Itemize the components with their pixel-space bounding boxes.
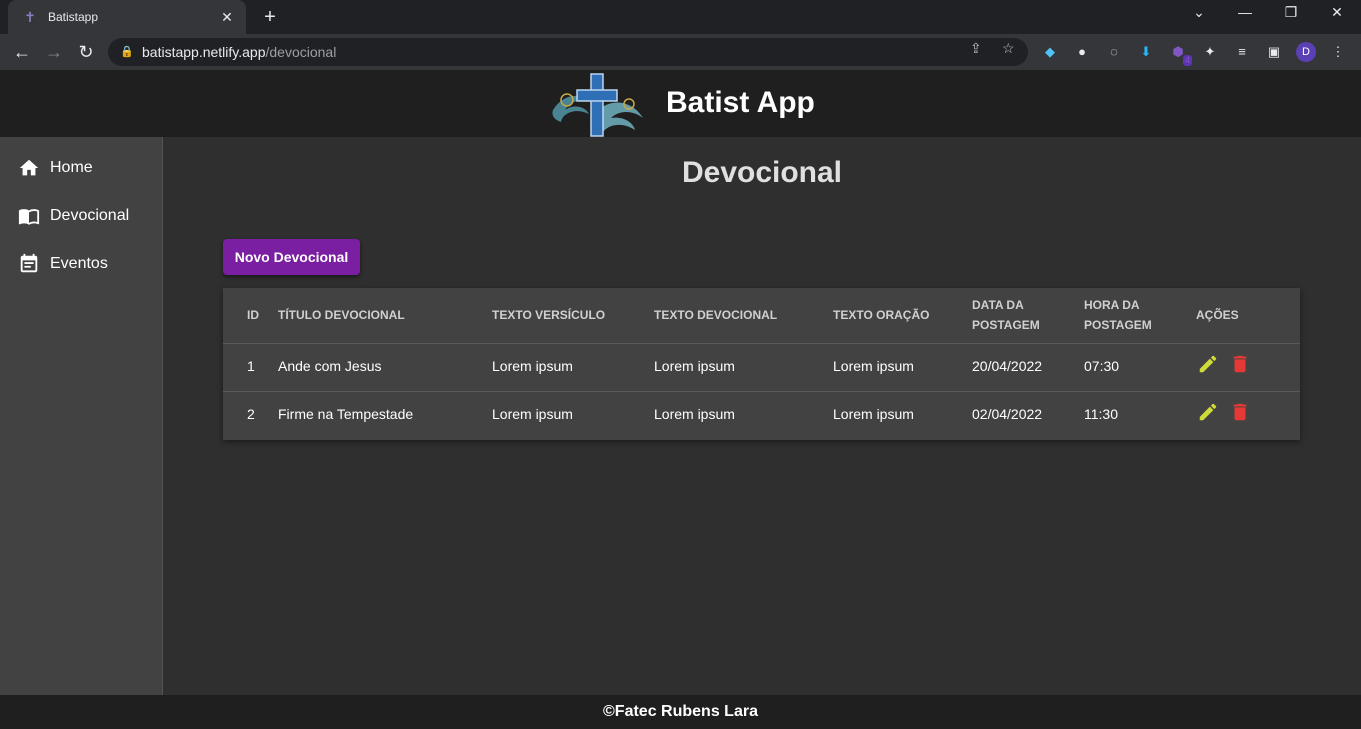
- cell-titulo: Ande com Jesus: [278, 358, 382, 374]
- sidebar-item-home[interactable]: Home: [0, 144, 162, 192]
- cell-data: 20/04/2022: [972, 358, 1043, 374]
- browser-menu-icon[interactable]: ⋮: [1328, 42, 1348, 62]
- app-title: Batist App: [666, 86, 815, 119]
- column-header-devocional: TEXTO DEVOCIONAL: [654, 308, 778, 322]
- browser-tab[interactable]: ✝ Batistapp ✕: [8, 0, 246, 34]
- row-divider: [223, 343, 1300, 344]
- extension-cookie-icon[interactable]: ●: [1072, 42, 1092, 62]
- share-icon[interactable]: ⇪: [970, 40, 982, 57]
- cross-logo-icon: [552, 73, 643, 137]
- column-header-versiculo: TEXTO VERSÍCULO: [492, 308, 606, 322]
- cell-hora: 11:30: [1084, 406, 1118, 422]
- close-window-icon[interactable]: ✕: [1322, 4, 1352, 21]
- edit-pencil-icon[interactable]: [1197, 353, 1219, 375]
- new-tab-button[interactable]: +: [258, 5, 282, 29]
- extension-download-icon[interactable]: ⬇: [1136, 42, 1156, 62]
- column-header-acoes: AÇÕES: [1196, 308, 1239, 322]
- sidebar-item-label: Eventos: [50, 255, 108, 272]
- browser-toolbar: ← → ↻ 🔒 batistapp.netlify.app/devocional…: [0, 34, 1361, 70]
- cell-oracao: Lorem ipsum: [833, 406, 914, 422]
- sidebar-item-label: Devocional: [50, 207, 130, 224]
- home-icon: [19, 159, 39, 176]
- bookmark-star-icon[interactable]: ☆: [1002, 40, 1015, 57]
- cell-devocional: Lorem ipsum: [654, 406, 735, 422]
- column-header-oracao: TEXTO ORAÇÃO: [833, 308, 930, 322]
- cell-devocional: Lorem ipsum: [654, 358, 735, 374]
- sidebar-item-label: Home: [50, 159, 93, 176]
- minimize-icon[interactable]: —: [1230, 4, 1260, 20]
- edit-pencil-icon[interactable]: [1197, 401, 1219, 423]
- cell-versiculo: Lorem ipsum: [492, 358, 573, 374]
- profile-avatar[interactable]: D: [1296, 42, 1316, 62]
- delete-trash-icon[interactable]: [1229, 353, 1251, 375]
- column-header-id: ID: [247, 308, 259, 322]
- browser-tabbar: ✝ Batistapp ✕ + ⌄ — ❐ ✕: [0, 0, 1361, 34]
- cell-oracao: Lorem ipsum: [833, 358, 914, 374]
- tab-title: Batistapp: [48, 10, 99, 24]
- devocional-table: ID TÍTULO DEVOCIONAL TEXTO VERSÍCULO TEX…: [223, 288, 1300, 440]
- delete-trash-icon[interactable]: [1229, 401, 1251, 423]
- cell-titulo: Firme na Tempestade: [278, 406, 414, 422]
- new-devocional-button[interactable]: Novo Devocional: [223, 239, 360, 275]
- side-panel-icon[interactable]: ▣: [1264, 42, 1284, 62]
- extension-badge-count: 4: [1182, 55, 1192, 66]
- extensions-puzzle-icon[interactable]: ✦: [1200, 42, 1220, 62]
- footer: ©Fatec Rubens Lara: [0, 695, 1361, 729]
- tab-close-icon[interactable]: ✕: [218, 9, 236, 26]
- cell-id: 2: [247, 406, 255, 422]
- cell-id: 1: [247, 358, 255, 374]
- url-text: batistapp.netlify.app/devocional: [142, 44, 337, 60]
- column-header-titulo: TÍTULO DEVOCIONAL: [278, 308, 405, 322]
- back-icon[interactable]: ←: [10, 40, 34, 64]
- extension-diamond-icon[interactable]: ◆: [1040, 42, 1060, 62]
- cross-favicon-icon: ✝: [24, 8, 36, 25]
- cell-data: 02/04/2022: [972, 406, 1043, 422]
- cell-versiculo: Lorem ipsum: [492, 406, 573, 422]
- extension-bulb-icon[interactable]: ◌: [1104, 42, 1124, 62]
- restore-icon[interactable]: ❐: [1276, 4, 1306, 21]
- tab-search-icon[interactable]: ⌄: [1184, 4, 1214, 21]
- reload-icon[interactable]: ↻: [74, 40, 98, 64]
- extension-badge-icon[interactable]: ⬢ 4: [1168, 42, 1192, 66]
- sidebar-item-eventos[interactable]: Eventos: [0, 240, 162, 288]
- page-title: Devocional: [681, 156, 843, 189]
- cell-hora: 07:30: [1084, 358, 1120, 374]
- book-icon: [18, 209, 40, 225]
- column-header-data: DATA DA POSTAGEM: [972, 298, 1040, 332]
- media-playlist-icon[interactable]: ≡: [1232, 42, 1252, 62]
- lock-icon: 🔒: [120, 46, 134, 58]
- address-bar[interactable]: 🔒 batistapp.netlify.app/devocional: [108, 38, 1028, 66]
- sidebar: Home Devocional Eventos: [0, 137, 163, 695]
- column-header-hora: HORA DA POSTAGEM: [1084, 298, 1152, 332]
- forward-icon[interactable]: →: [42, 40, 66, 64]
- row-divider: [223, 391, 1300, 392]
- sidebar-item-devocional[interactable]: Devocional: [0, 192, 162, 240]
- event-note-icon: [20, 253, 38, 273]
